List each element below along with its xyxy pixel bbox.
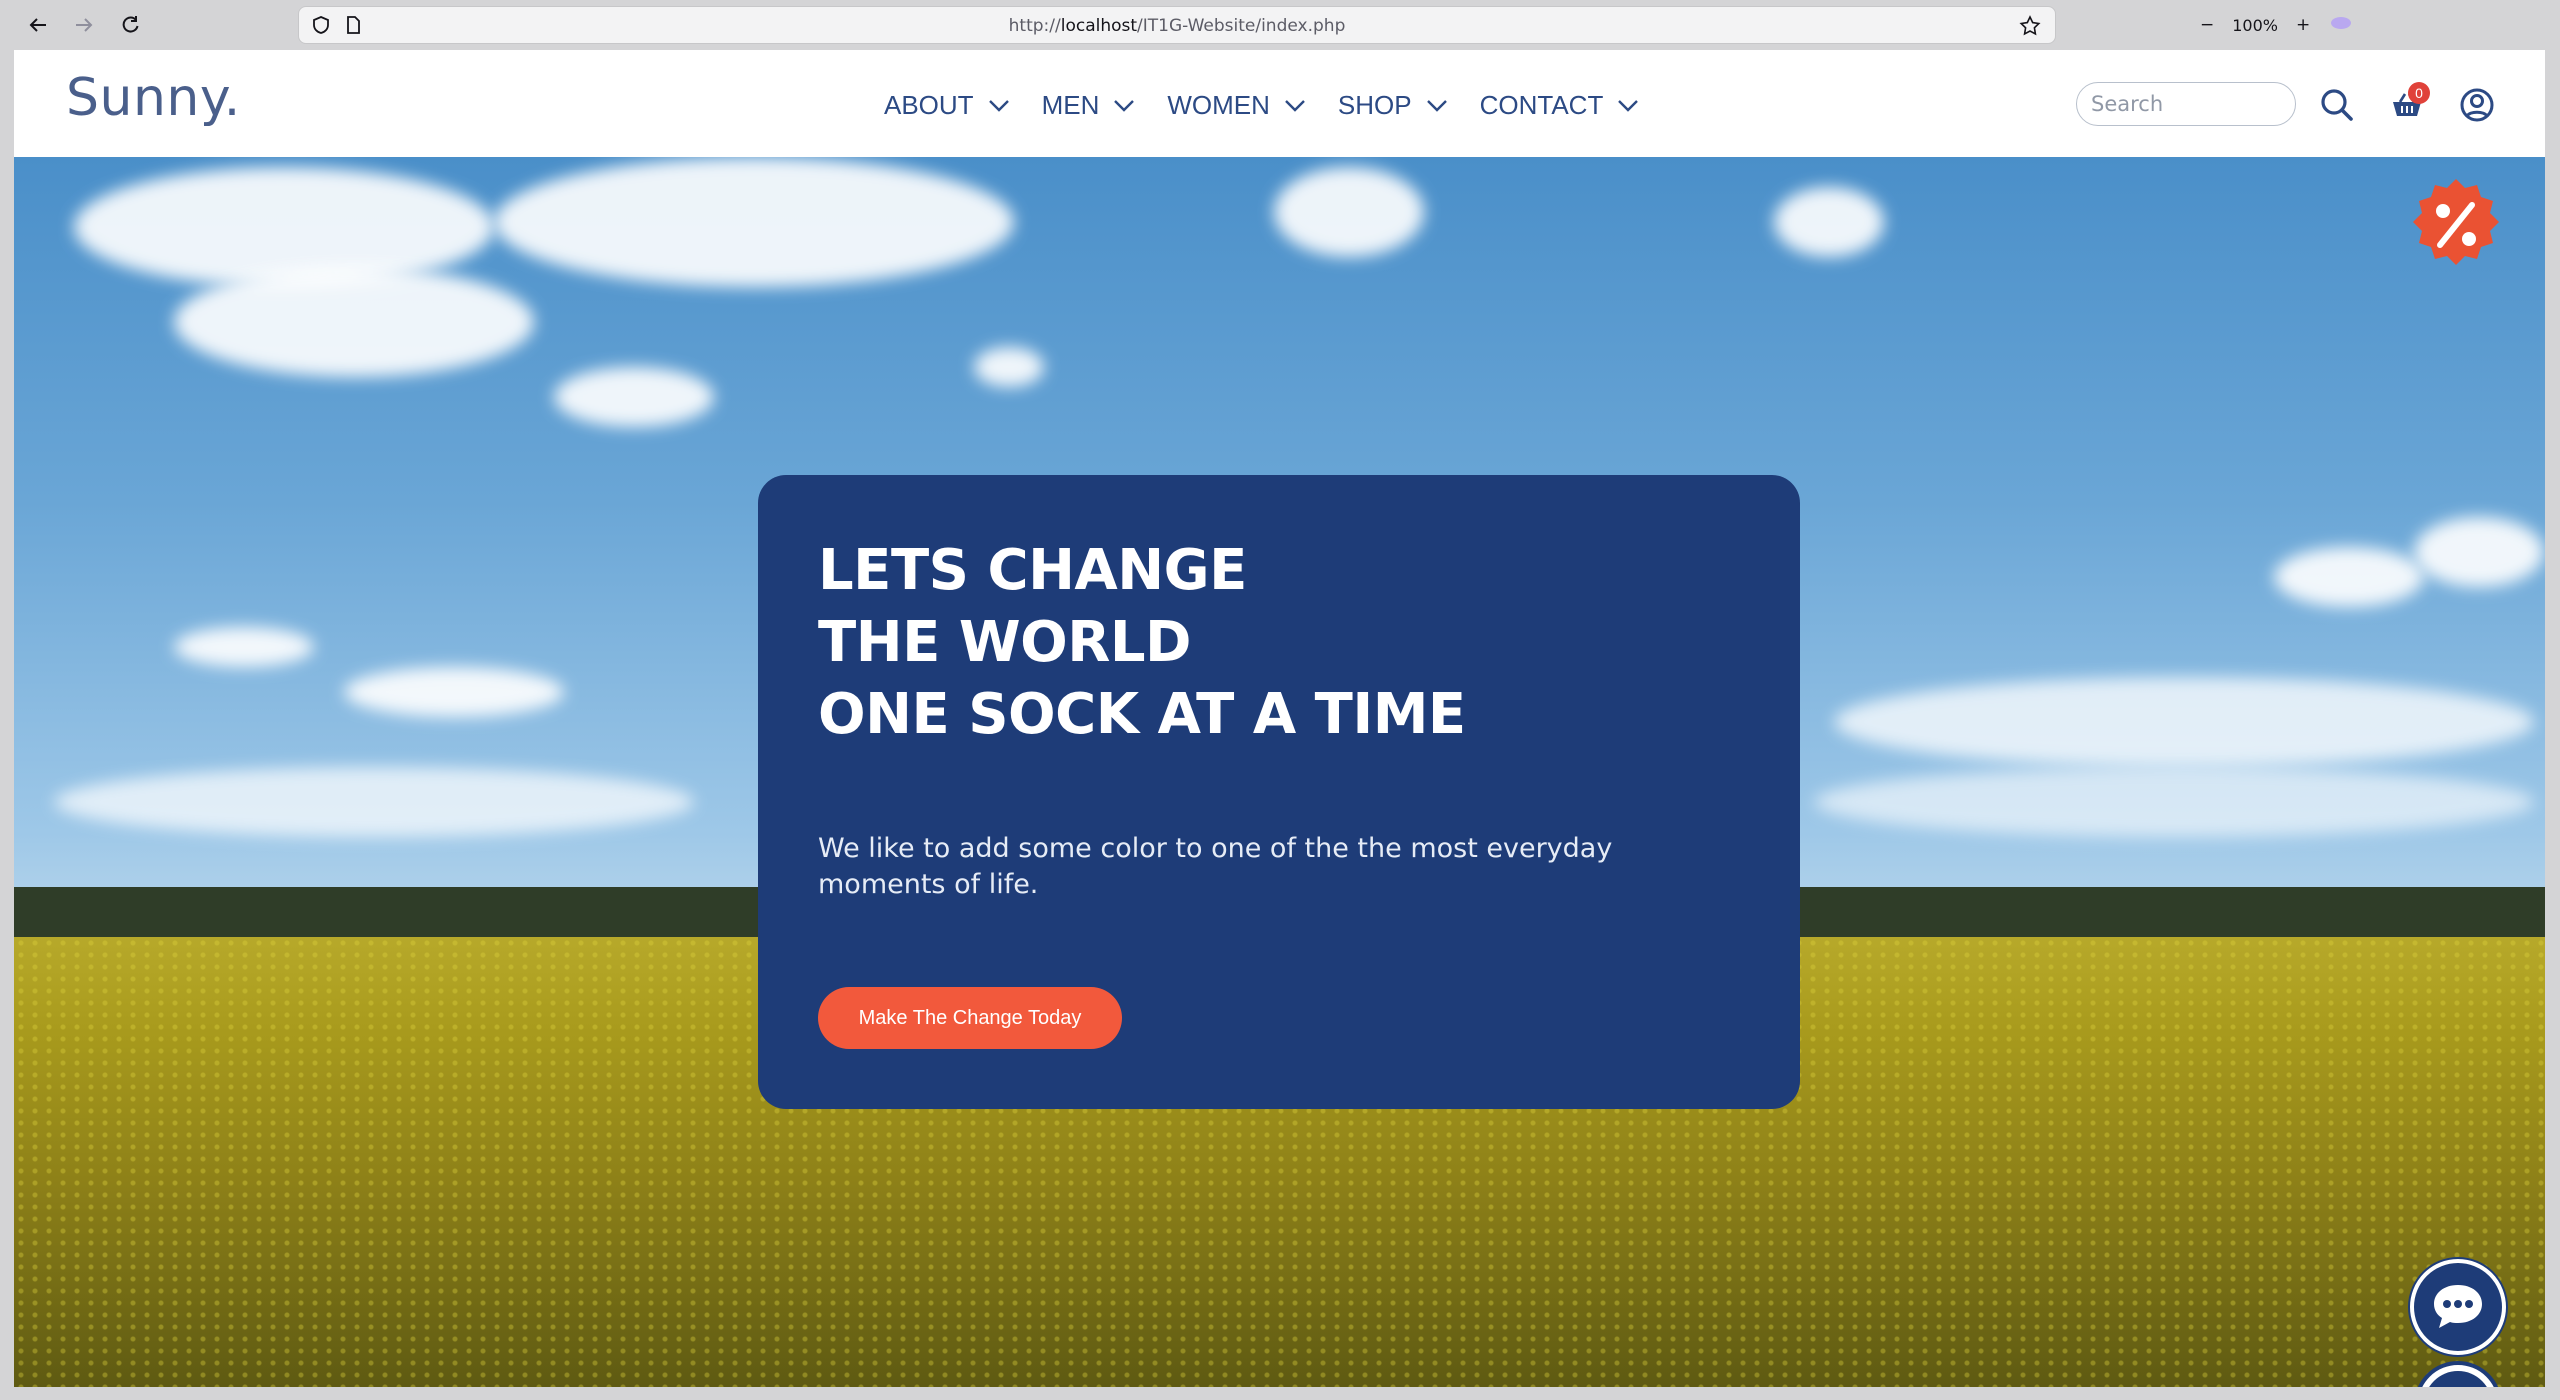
- nav-contact-label: CONTACT: [1479, 90, 1604, 120]
- search-icon[interactable]: [2314, 82, 2360, 128]
- cloud: [1814, 767, 2534, 837]
- chat-bubble-icon: [2434, 1285, 2482, 1328]
- chat-button[interactable]: [2410, 1259, 2506, 1355]
- url-path: /IT1G-Website/index.php: [1137, 16, 1346, 36]
- hero-description: We like to add some color to one of the …: [818, 833, 1613, 900]
- url-host: localhost: [1060, 16, 1138, 36]
- nav-women-label: WOMEN: [1167, 90, 1270, 120]
- chevron-up-icon: [2429, 1371, 2487, 1387]
- page-viewport: Sunny. ABOUT MEN WOMEN SHOP CONTACT Sear…: [14, 50, 2545, 1387]
- main-nav: ABOUT MEN WOMEN SHOP CONTACT: [884, 90, 1639, 121]
- nav-men[interactable]: MEN: [1042, 90, 1136, 121]
- cloud: [344, 667, 564, 717]
- forward-icon[interactable]: [68, 9, 100, 41]
- url-bar[interactable]: http://localhost/IT1G-Website/index.php: [298, 6, 2056, 44]
- hero-card: LETS CHANGE THE WORLD ONE SOCK AT A TIME…: [758, 475, 1800, 1109]
- nav-contact[interactable]: CONTACT: [1480, 90, 1640, 121]
- nav-shop-label: SHOP: [1337, 90, 1412, 120]
- search-input[interactable]: [2076, 82, 2296, 126]
- cloud: [1774, 187, 1884, 257]
- cloud: [974, 347, 1044, 387]
- nav-men-label: MEN: [1041, 90, 1100, 120]
- zoom-controls: − 100% +: [2200, 9, 2354, 41]
- nav-women[interactable]: WOMEN: [1167, 90, 1306, 121]
- chevron-down-icon: [1426, 99, 1447, 112]
- extension-icon[interactable]: [2328, 14, 2354, 37]
- hero-section: LETS CHANGE THE WORLD ONE SOCK AT A TIME…: [14, 157, 2545, 1387]
- chevron-down-icon: [988, 99, 1009, 112]
- cloud: [174, 627, 314, 667]
- chevron-down-icon: [1114, 99, 1135, 112]
- account-icon[interactable]: [2454, 82, 2500, 128]
- zoom-level[interactable]: 100%: [2232, 16, 2278, 35]
- back-icon[interactable]: [22, 9, 54, 41]
- cloud: [74, 167, 494, 287]
- cart-count-badge: 0: [2408, 82, 2430, 104]
- chevron-down-icon: [1618, 99, 1639, 112]
- cloud: [1834, 677, 2534, 767]
- nav-about-label: ABOUT: [884, 90, 974, 120]
- zoom-in-button[interactable]: +: [2296, 15, 2310, 35]
- hero-heading: LETS CHANGE THE WORLD ONE SOCK AT A TIME: [818, 535, 1718, 751]
- bookmark-star-icon[interactable]: [2019, 15, 2041, 42]
- reload-icon[interactable]: [114, 9, 146, 41]
- browser-toolbar: http://localhost/IT1G-Website/index.php …: [0, 0, 2560, 50]
- make-change-button[interactable]: Make The Change Today: [818, 987, 1122, 1049]
- cloud: [54, 767, 694, 837]
- url-text[interactable]: http://localhost/IT1G-Website/index.php: [299, 16, 2055, 36]
- cart-button[interactable]: 0: [2384, 82, 2430, 128]
- site-logo[interactable]: Sunny.: [66, 68, 241, 128]
- cloud: [2274, 547, 2424, 607]
- chevron-down-icon: [1285, 99, 1305, 112]
- cloud: [1274, 167, 1424, 257]
- discount-badge-icon[interactable]: [2408, 177, 2504, 273]
- cloud: [174, 267, 534, 377]
- hero-heading-line-2: THE WORLD: [818, 610, 1191, 675]
- cloud: [494, 157, 1014, 287]
- cloud: [554, 367, 714, 427]
- hero-heading-line-3: ONE SOCK AT A TIME: [818, 682, 1466, 747]
- zoom-out-button[interactable]: −: [2200, 15, 2214, 35]
- nav-shop[interactable]: SHOP: [1338, 90, 1448, 121]
- cloud: [2414, 517, 2544, 587]
- hero-heading-line-1: LETS CHANGE: [818, 538, 1247, 603]
- url-prefix: http://: [1008, 16, 1061, 36]
- scroll-to-top-button[interactable]: [2414, 1361, 2502, 1387]
- nav-about[interactable]: ABOUT: [884, 90, 1010, 121]
- site-header: Sunny. ABOUT MEN WOMEN SHOP CONTACT Sear…: [14, 50, 2545, 157]
